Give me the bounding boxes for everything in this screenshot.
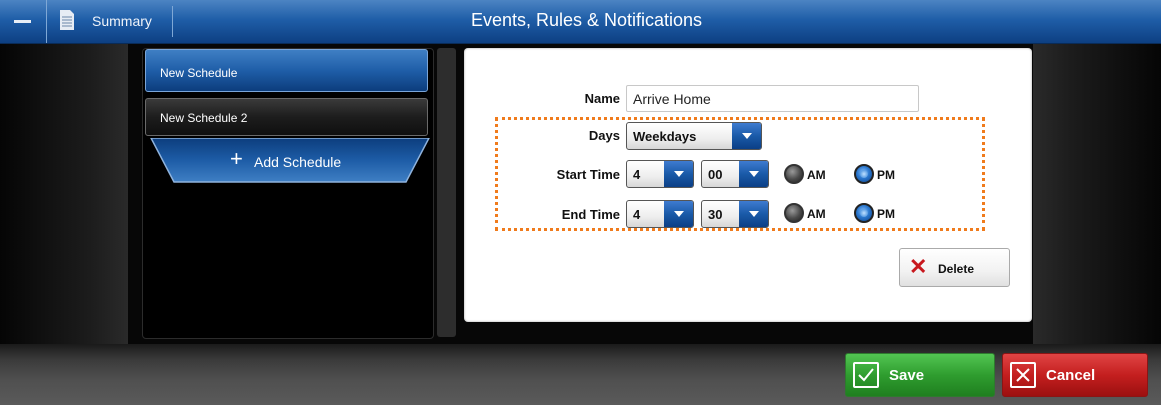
start-hour-value: 4 bbox=[633, 167, 641, 182]
add-schedule-label: Add Schedule bbox=[254, 154, 342, 170]
end-am-label: AM bbox=[807, 207, 826, 221]
delete-label: Delete bbox=[938, 262, 975, 276]
start-am-radio[interactable] bbox=[784, 164, 804, 184]
x-icon: ✕ bbox=[909, 254, 928, 279]
add-schedule-button[interactable]: + Add Schedule bbox=[150, 138, 430, 184]
start-pm-radio[interactable] bbox=[854, 164, 874, 184]
save-label: Save bbox=[889, 367, 925, 384]
right-gutter bbox=[1033, 44, 1161, 344]
days-label: Days bbox=[588, 128, 620, 143]
end-hour-dropdown[interactable]: 4 bbox=[626, 200, 694, 228]
delete-button[interactable]: ✕ Delete bbox=[899, 248, 1010, 287]
schedule-item-new-schedule-2[interactable]: New Schedule 2 bbox=[145, 98, 428, 136]
end-minute-value: 30 bbox=[708, 207, 723, 222]
chevron-down-icon bbox=[739, 161, 768, 187]
save-button[interactable]: Save bbox=[845, 353, 995, 397]
end-hour-value: 4 bbox=[633, 207, 641, 222]
start-minute-dropdown[interactable]: 00 bbox=[701, 160, 769, 188]
start-pm-label: PM bbox=[877, 168, 895, 182]
name-field[interactable] bbox=[626, 85, 919, 112]
end-minute-dropdown[interactable]: 30 bbox=[701, 200, 769, 228]
chevron-down-icon bbox=[664, 201, 693, 227]
chevron-down-icon bbox=[664, 161, 693, 187]
start-am-label: AM bbox=[807, 168, 826, 182]
chevron-down-icon bbox=[739, 201, 768, 227]
start-time-label: Start Time bbox=[556, 167, 620, 182]
end-am-radio[interactable] bbox=[784, 203, 804, 223]
scrollbar[interactable] bbox=[437, 48, 456, 337]
end-time-label: End Time bbox=[561, 207, 620, 222]
start-hour-dropdown[interactable]: 4 bbox=[626, 160, 694, 188]
days-dropdown[interactable]: Weekdays bbox=[626, 122, 762, 150]
cancel-label: Cancel bbox=[1046, 367, 1096, 384]
chevron-down-icon bbox=[732, 123, 761, 149]
plus-icon: + bbox=[230, 146, 243, 171]
end-pm-label: PM bbox=[877, 207, 895, 221]
cancel-button[interactable]: Cancel bbox=[1002, 353, 1148, 397]
left-gutter bbox=[0, 44, 128, 344]
page-title-text: Events, Rules & Notifications bbox=[470, 10, 703, 30]
title-bar: Summary Events, Rules & Notifications bbox=[0, 0, 1161, 44]
checkmark-icon bbox=[853, 362, 879, 388]
days-value: Weekdays bbox=[633, 129, 697, 144]
start-minute-value: 00 bbox=[708, 167, 723, 182]
page-title: Events, Rules & Notifications bbox=[0, 10, 1161, 31]
schedule-item-new-schedule[interactable]: New Schedule bbox=[145, 49, 428, 92]
name-label: Name bbox=[584, 91, 620, 106]
end-pm-radio[interactable] bbox=[854, 203, 874, 223]
x-icon bbox=[1010, 362, 1036, 388]
